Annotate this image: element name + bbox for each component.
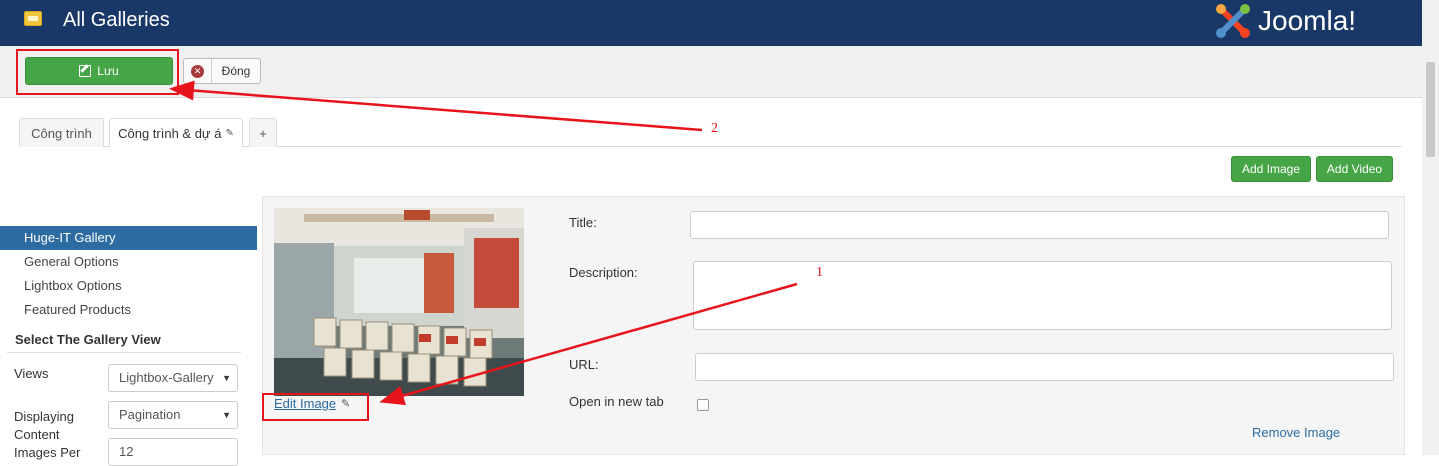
sidebar-item-featured-products[interactable]: Featured Products xyxy=(0,298,257,322)
annotation-box-save xyxy=(16,49,179,95)
url-input[interactable] xyxy=(695,353,1394,381)
annotation-number-2: 2 xyxy=(711,121,718,136)
description-label: Description: xyxy=(569,265,638,280)
close-icon: ✕ xyxy=(191,64,204,78)
description-textarea[interactable] xyxy=(693,261,1392,330)
images-per-page-input[interactable]: 12 xyxy=(108,438,238,466)
divider xyxy=(7,352,241,353)
page-title: All Galleries xyxy=(63,9,170,31)
content-label: Content xyxy=(14,427,60,442)
joomla-brand: Joomla! xyxy=(1258,5,1357,36)
gallery-icon xyxy=(24,11,42,26)
add-image-button[interactable]: Add Image xyxy=(1231,156,1311,182)
sidebar-item-general-options[interactable]: General Options xyxy=(0,250,257,274)
add-video-button[interactable]: Add Video xyxy=(1316,156,1393,182)
scrollbar-thumb[interactable] xyxy=(1426,62,1435,157)
tab-cong-trinh-du-an[interactable]: Công trình & dự á ✎ xyxy=(109,118,243,148)
tab-cong-trinh[interactable]: Công trình xyxy=(19,118,104,147)
sidebar-item-huge-it-gallery[interactable]: Huge-IT Gallery xyxy=(0,226,257,250)
gallery-view-heading: Select The Gallery View xyxy=(15,332,161,347)
displaying-content-select[interactable]: Pagination ▼ xyxy=(108,401,238,429)
remove-image-link[interactable]: Remove Image xyxy=(1252,425,1340,440)
joomla-logo-icon xyxy=(1216,4,1250,38)
url-label: URL: xyxy=(569,357,599,372)
views-select[interactable]: Lightbox-Gallery ▼ xyxy=(108,364,238,392)
caret-down-icon: ▼ xyxy=(222,373,231,383)
views-label: Views xyxy=(14,366,49,381)
title-input[interactable] xyxy=(690,211,1389,239)
pencil-icon[interactable]: ✎ xyxy=(225,128,233,139)
close-button[interactable]: ✕ Đóng xyxy=(183,58,261,84)
title-label: Title: xyxy=(569,215,597,230)
annotation-box-edit-image xyxy=(262,393,369,421)
top-header xyxy=(0,0,1422,46)
images-per-label: Images Per xyxy=(14,445,81,460)
caret-down-icon: ▼ xyxy=(222,410,231,420)
sidebar-item-lightbox-options[interactable]: Lightbox Options xyxy=(0,274,257,298)
gallery-image-thumbnail xyxy=(274,208,524,396)
annotation-number-1: 1 xyxy=(816,265,823,280)
close-button-label: Đóng xyxy=(221,64,251,78)
open-new-tab-label: Open in new tab xyxy=(569,394,664,409)
add-tab-button[interactable]: + xyxy=(249,118,277,147)
open-new-tab-checkbox[interactable] xyxy=(697,399,709,411)
displaying-label: Displaying xyxy=(14,409,74,424)
